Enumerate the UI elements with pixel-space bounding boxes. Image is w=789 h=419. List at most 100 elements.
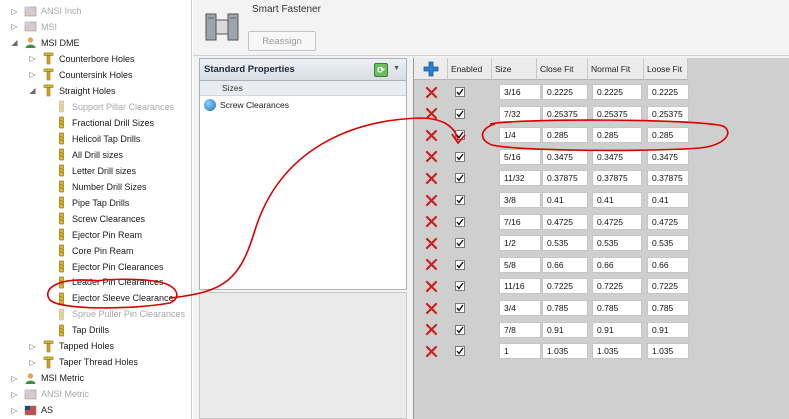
expand-arrow-icon[interactable]: ▷	[28, 358, 37, 367]
enabled-checkbox[interactable]	[455, 87, 465, 97]
enabled-column-header[interactable]: Enabled	[448, 58, 492, 80]
tree-item[interactable]: ▷ Taper Thread Holes	[28, 354, 138, 370]
normal-fit-cell[interactable]: 0.41	[592, 192, 642, 208]
tree-item[interactable]: Helicoil Tap Drills	[44, 131, 140, 147]
delete-row-icon[interactable]	[424, 344, 438, 358]
expand-arrow-icon[interactable]: ▷	[10, 390, 19, 399]
delete-row-icon[interactable]	[424, 258, 438, 272]
normal-fit-cell[interactable]: 0.91	[592, 321, 642, 338]
close-fit-cell[interactable]: 0.7225	[542, 278, 588, 295]
close-fit-cell[interactable]: 0.785	[542, 300, 588, 316]
delete-row-icon[interactable]	[424, 107, 438, 121]
enabled-checkbox[interactable]	[455, 173, 465, 184]
expand-arrow-icon[interactable]: ▷	[10, 7, 19, 16]
loose-fit-cell[interactable]: 0.535	[647, 235, 689, 252]
tree-item[interactable]: Core Pin Ream	[44, 243, 134, 259]
tree-item[interactable]: Fractional Drill Sizes	[44, 115, 154, 131]
tree-item[interactable]: ▷ Countersink Holes	[28, 67, 133, 83]
add-icon[interactable]	[423, 61, 439, 77]
close-fit-cell[interactable]: 0.2225	[542, 84, 588, 100]
delete-row-icon[interactable]	[424, 215, 438, 229]
size-cell[interactable]: 7/32	[499, 105, 541, 122]
loose-fit-cell[interactable]: 0.285	[647, 127, 689, 144]
normal-fit-cell[interactable]: 0.3475	[592, 148, 642, 165]
enabled-checkbox[interactable]	[455, 281, 465, 292]
delete-row-icon[interactable]	[424, 236, 438, 250]
tree-item[interactable]: Ejector Pin Ream	[44, 227, 142, 243]
loose-fit-cell[interactable]: 0.41	[647, 192, 689, 208]
tree-item[interactable]: All Drill sizes	[44, 147, 123, 163]
close-fit-cell[interactable]: 0.41	[542, 192, 588, 208]
loose-fit-cell[interactable]: 0.4725	[647, 213, 689, 230]
tree-item[interactable]: Leader Pin Clearances	[44, 274, 164, 290]
size-cell[interactable]: 7/16	[499, 213, 541, 230]
tree-item[interactable]: ◢ MSI DME	[10, 35, 80, 51]
close-fit-cell[interactable]: 0.25375	[542, 105, 588, 122]
tree-item[interactable]: Pipe Tap Drills	[44, 195, 129, 211]
tree-item[interactable]: ▷ AS	[10, 402, 53, 418]
tree-item[interactable]: ▷ MSI	[10, 19, 57, 35]
tree-item[interactable]: Ejector Sleeve Clearance	[44, 290, 174, 306]
collapse-arrow-icon[interactable]: ◢	[28, 86, 37, 95]
loose-fit-cell[interactable]: 0.3475	[647, 148, 689, 165]
size-cell[interactable]: 11/32	[499, 170, 541, 187]
close-fit-cell[interactable]: 0.37875	[542, 170, 588, 187]
tree-item[interactable]: Tap Drills	[44, 322, 109, 338]
close-fit-cell[interactable]: 0.4725	[542, 213, 588, 230]
enabled-checkbox[interactable]	[455, 259, 465, 270]
tree-item[interactable]: Number Drill Sizes	[44, 179, 147, 195]
size-cell[interactable]: 5/16	[499, 148, 541, 165]
delete-row-icon[interactable]	[424, 128, 438, 142]
normal-fit-cell[interactable]: 0.37875	[592, 170, 642, 187]
reassign-button[interactable]: Reassign	[248, 31, 316, 51]
close-fit-cell[interactable]: 0.3475	[542, 148, 588, 165]
normal-fit-cell[interactable]: 0.535	[592, 235, 642, 252]
loose-fit-cell[interactable]: 0.7225	[647, 278, 689, 295]
enabled-checkbox[interactable]	[455, 303, 465, 313]
delete-row-icon[interactable]	[424, 85, 438, 99]
close-fit-cell[interactable]: 0.535	[542, 235, 588, 252]
normal-fit-cell[interactable]: 0.7225	[592, 278, 642, 295]
size-cell[interactable]: 3/4	[499, 300, 541, 316]
tree-item[interactable]: Screw Clearances	[44, 211, 145, 227]
close-fit-cell[interactable]: 1.035	[542, 343, 588, 360]
tree-item[interactable]: Sprue Puller Pin Clearances	[44, 306, 185, 322]
loose-fit-cell[interactable]: 0.25375	[647, 105, 689, 122]
enabled-checkbox[interactable]	[455, 216, 465, 227]
delete-row-icon[interactable]	[424, 323, 438, 337]
expand-arrow-icon[interactable]: ▷	[10, 374, 19, 383]
enabled-checkbox[interactable]	[455, 130, 465, 141]
loose-fit-cell[interactable]: 0.785	[647, 300, 689, 316]
size-cell[interactable]: 3/16	[499, 84, 541, 100]
tree-item[interactable]: Ejector Pin Clearances	[44, 259, 164, 275]
enabled-checkbox[interactable]	[455, 324, 465, 335]
normal-fit-cell[interactable]: 0.285	[592, 127, 642, 144]
size-cell[interactable]: 11/16	[499, 278, 541, 295]
close-fit-column-header[interactable]: Close Fit	[537, 58, 588, 80]
loose-fit-cell[interactable]: 1.035	[647, 343, 689, 360]
expand-arrow-icon[interactable]: ▷	[10, 406, 19, 415]
enabled-checkbox[interactable]	[455, 346, 465, 357]
size-column-header[interactable]: Size	[492, 58, 537, 80]
expand-arrow-icon[interactable]: ▷	[28, 70, 37, 79]
dropdown-arrow-icon[interactable]: ▼	[393, 65, 400, 72]
loose-fit-column-header[interactable]: Loose Fit	[644, 58, 688, 80]
loose-fit-cell[interactable]: 0.66	[647, 256, 689, 273]
refresh-icon[interactable]: ⟳	[374, 63, 388, 77]
expand-arrow-icon[interactable]: ▷	[28, 342, 37, 351]
enabled-checkbox[interactable]	[455, 238, 465, 249]
close-fit-cell[interactable]: 0.285	[542, 127, 588, 144]
enabled-checkbox[interactable]	[455, 195, 465, 205]
size-cell[interactable]: 1/4	[499, 127, 541, 144]
size-cell[interactable]: 1	[499, 343, 541, 360]
delete-row-icon[interactable]	[424, 171, 438, 185]
loose-fit-cell[interactable]: 0.91	[647, 321, 689, 338]
delete-row-icon[interactable]	[424, 301, 438, 315]
tree-item[interactable]: ▷ ANSI Inch	[10, 3, 81, 19]
normal-fit-cell[interactable]: 1.035	[592, 343, 642, 360]
size-cell[interactable]: 3/8	[499, 192, 541, 208]
tree-item[interactable]: ▷ Counterbore Holes	[28, 51, 135, 67]
tree-item[interactable]: ▷ Tapped Holes	[28, 338, 114, 354]
normal-fit-cell[interactable]: 0.4725	[592, 213, 642, 230]
tree-item[interactable]: ◢ Straight Holes	[28, 83, 116, 99]
